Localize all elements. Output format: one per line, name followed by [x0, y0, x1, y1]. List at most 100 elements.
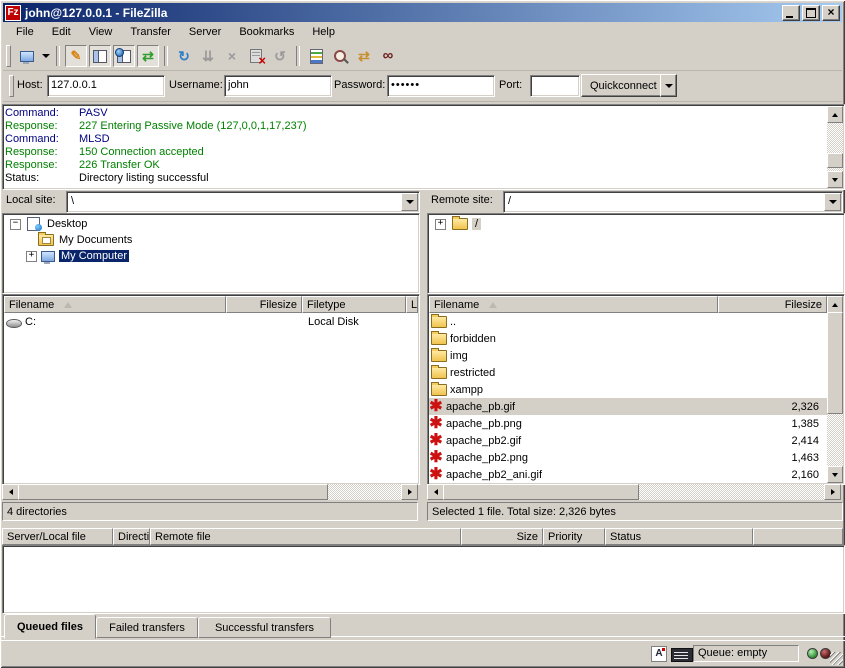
queue-list[interactable]: [2, 545, 845, 614]
tree-item-my-documents[interactable]: My Documents: [5, 232, 417, 248]
scroll-right-button[interactable]: [824, 484, 841, 500]
file-name: C:: [22, 316, 36, 328]
disconnect-button[interactable]: [245, 45, 267, 67]
password-input[interactable]: ••••••: [387, 75, 495, 97]
column-header-size[interactable]: Size: [461, 528, 543, 545]
title-bar[interactable]: Fz john@127.0.0.1 - FileZilla ×: [3, 3, 842, 22]
cancel-button[interactable]: ×: [221, 45, 243, 67]
resize-grip[interactable]: [830, 652, 843, 665]
remote-row[interactable]: ✱apache_pb.png1,385: [429, 415, 827, 432]
local-list-hscrollbar[interactable]: [2, 484, 418, 500]
username-input[interactable]: john: [224, 75, 332, 97]
column-header-filetype[interactable]: Filetype: [302, 296, 406, 313]
close-button[interactable]: ×: [822, 5, 840, 21]
menu-server[interactable]: Server: [180, 24, 230, 40]
scroll-thumb[interactable]: [827, 312, 843, 414]
message-log[interactable]: Command:PASV Response:227 Entering Passi…: [2, 104, 845, 190]
menu-bar: File Edit View Transfer Server Bookmarks…: [3, 23, 842, 41]
toggle-queue-button[interactable]: ⇄: [137, 45, 159, 67]
image-file-icon: ✱: [429, 436, 443, 446]
column-header-filesize[interactable]: Filesize: [226, 296, 302, 313]
scroll-down-button[interactable]: [827, 466, 843, 483]
column-header-direction[interactable]: Directi...: [113, 528, 150, 545]
remote-row[interactable]: ..: [429, 313, 827, 330]
remote-list-hscrollbar[interactable]: [427, 484, 841, 500]
column-header-server-local-file[interactable]: Server/Local file: [2, 528, 113, 545]
expand-icon[interactable]: +: [26, 251, 37, 262]
scroll-left-button[interactable]: [2, 484, 19, 500]
quickconnect-dropdown[interactable]: [660, 74, 677, 97]
remote-site-combo[interactable]: /: [503, 191, 843, 213]
toggle-message-log-button[interactable]: ✎: [65, 45, 87, 67]
local-site-dropdown[interactable]: [401, 193, 418, 211]
directory-comparison-button[interactable]: [329, 45, 351, 67]
scroll-left-button[interactable]: [427, 484, 444, 500]
tab-successful-transfers[interactable]: Successful transfers: [198, 617, 331, 638]
remote-row[interactable]: img: [429, 347, 827, 364]
scroll-up-button[interactable]: [827, 106, 843, 123]
filters-button[interactable]: [305, 45, 327, 67]
tree-item-my-computer[interactable]: + My Computer: [5, 248, 417, 264]
scroll-up-button[interactable]: [827, 296, 843, 313]
tab-failed-transfers[interactable]: Failed transfers: [96, 617, 198, 638]
menu-bookmarks[interactable]: Bookmarks: [230, 24, 303, 40]
toolbar-separator: [296, 46, 300, 66]
scroll-down-button[interactable]: [827, 171, 843, 188]
column-header-filename[interactable]: Filename: [4, 296, 226, 313]
column-header-remote-file[interactable]: Remote file: [150, 528, 461, 545]
minimize-button[interactable]: [782, 5, 800, 21]
menu-help[interactable]: Help: [303, 24, 344, 40]
process-queue-button[interactable]: ⇊: [197, 45, 219, 67]
remote-row-selected[interactable]: ✱apache_pb.gif2,326: [429, 398, 827, 415]
remote-row[interactable]: forbidden: [429, 330, 827, 347]
column-header-status[interactable]: Status: [605, 528, 753, 545]
tree-item-desktop[interactable]: − Desktop: [5, 216, 417, 232]
toggle-remote-tree-button[interactable]: [113, 45, 135, 67]
ascii-data-type-icon[interactable]: A: [651, 646, 667, 662]
image-file-icon: ✱: [429, 470, 443, 480]
column-header-filename[interactable]: Filename: [429, 296, 718, 313]
tree-item-root[interactable]: + /: [430, 216, 842, 232]
quickconnect-button[interactable]: Quickconnect: [581, 74, 666, 97]
site-manager-button[interactable]: [16, 45, 38, 67]
column-header-priority[interactable]: Priority: [543, 528, 605, 545]
remote-row[interactable]: xampp: [429, 381, 827, 398]
scroll-right-button[interactable]: [401, 484, 418, 500]
maximize-button[interactable]: [802, 5, 820, 21]
site-manager-dropdown[interactable]: [39, 45, 52, 67]
scroll-thumb[interactable]: [18, 484, 328, 500]
speed-limits-icon[interactable]: [671, 648, 693, 662]
menu-file[interactable]: File: [7, 24, 43, 40]
refresh-button[interactable]: ↻: [173, 45, 195, 67]
reconnect-button[interactable]: ↺: [269, 45, 291, 67]
arrow-left-icon: [9, 489, 13, 495]
synchronized-browsing-button[interactable]: ⇄: [353, 45, 375, 67]
port-input[interactable]: [530, 75, 580, 97]
toolbar-grip[interactable]: [6, 45, 11, 67]
menu-view[interactable]: View: [80, 24, 122, 40]
quickconnect-grip[interactable]: [9, 75, 14, 97]
find-files-button[interactable]: ∞: [377, 45, 399, 67]
menu-transfer[interactable]: Transfer: [121, 24, 180, 40]
local-row-c-drive[interactable]: C: Local Disk: [4, 313, 418, 330]
log-line: Response:150 Connection accepted: [5, 146, 826, 159]
scroll-thumb[interactable]: [827, 153, 843, 168]
log-vscrollbar[interactable]: [827, 106, 843, 188]
remote-list-vscrollbar[interactable]: [827, 296, 843, 483]
remote-row[interactable]: ✱apache_pb2.png1,463: [429, 449, 827, 466]
column-header-filesize[interactable]: Filesize: [718, 296, 827, 313]
remote-row[interactable]: ✱apache_pb2.gif2,414: [429, 432, 827, 449]
collapse-icon[interactable]: −: [10, 219, 21, 230]
remote-row[interactable]: restricted: [429, 364, 827, 381]
remote-site-dropdown[interactable]: [824, 193, 841, 211]
tab-queued-files[interactable]: Queued files: [4, 614, 96, 639]
menu-edit[interactable]: Edit: [43, 24, 80, 40]
scroll-thumb[interactable]: [443, 484, 639, 500]
local-site-combo[interactable]: \: [66, 191, 420, 213]
toggle-local-tree-button[interactable]: [89, 45, 111, 67]
host-input[interactable]: 127.0.0.1: [47, 75, 165, 97]
expand-icon[interactable]: +: [435, 219, 446, 230]
close-icon: ×: [823, 5, 839, 19]
remote-row[interactable]: ✱apache_pb2_ani.gif2,160: [429, 466, 827, 483]
column-header-lastmodified[interactable]: L: [406, 296, 418, 313]
